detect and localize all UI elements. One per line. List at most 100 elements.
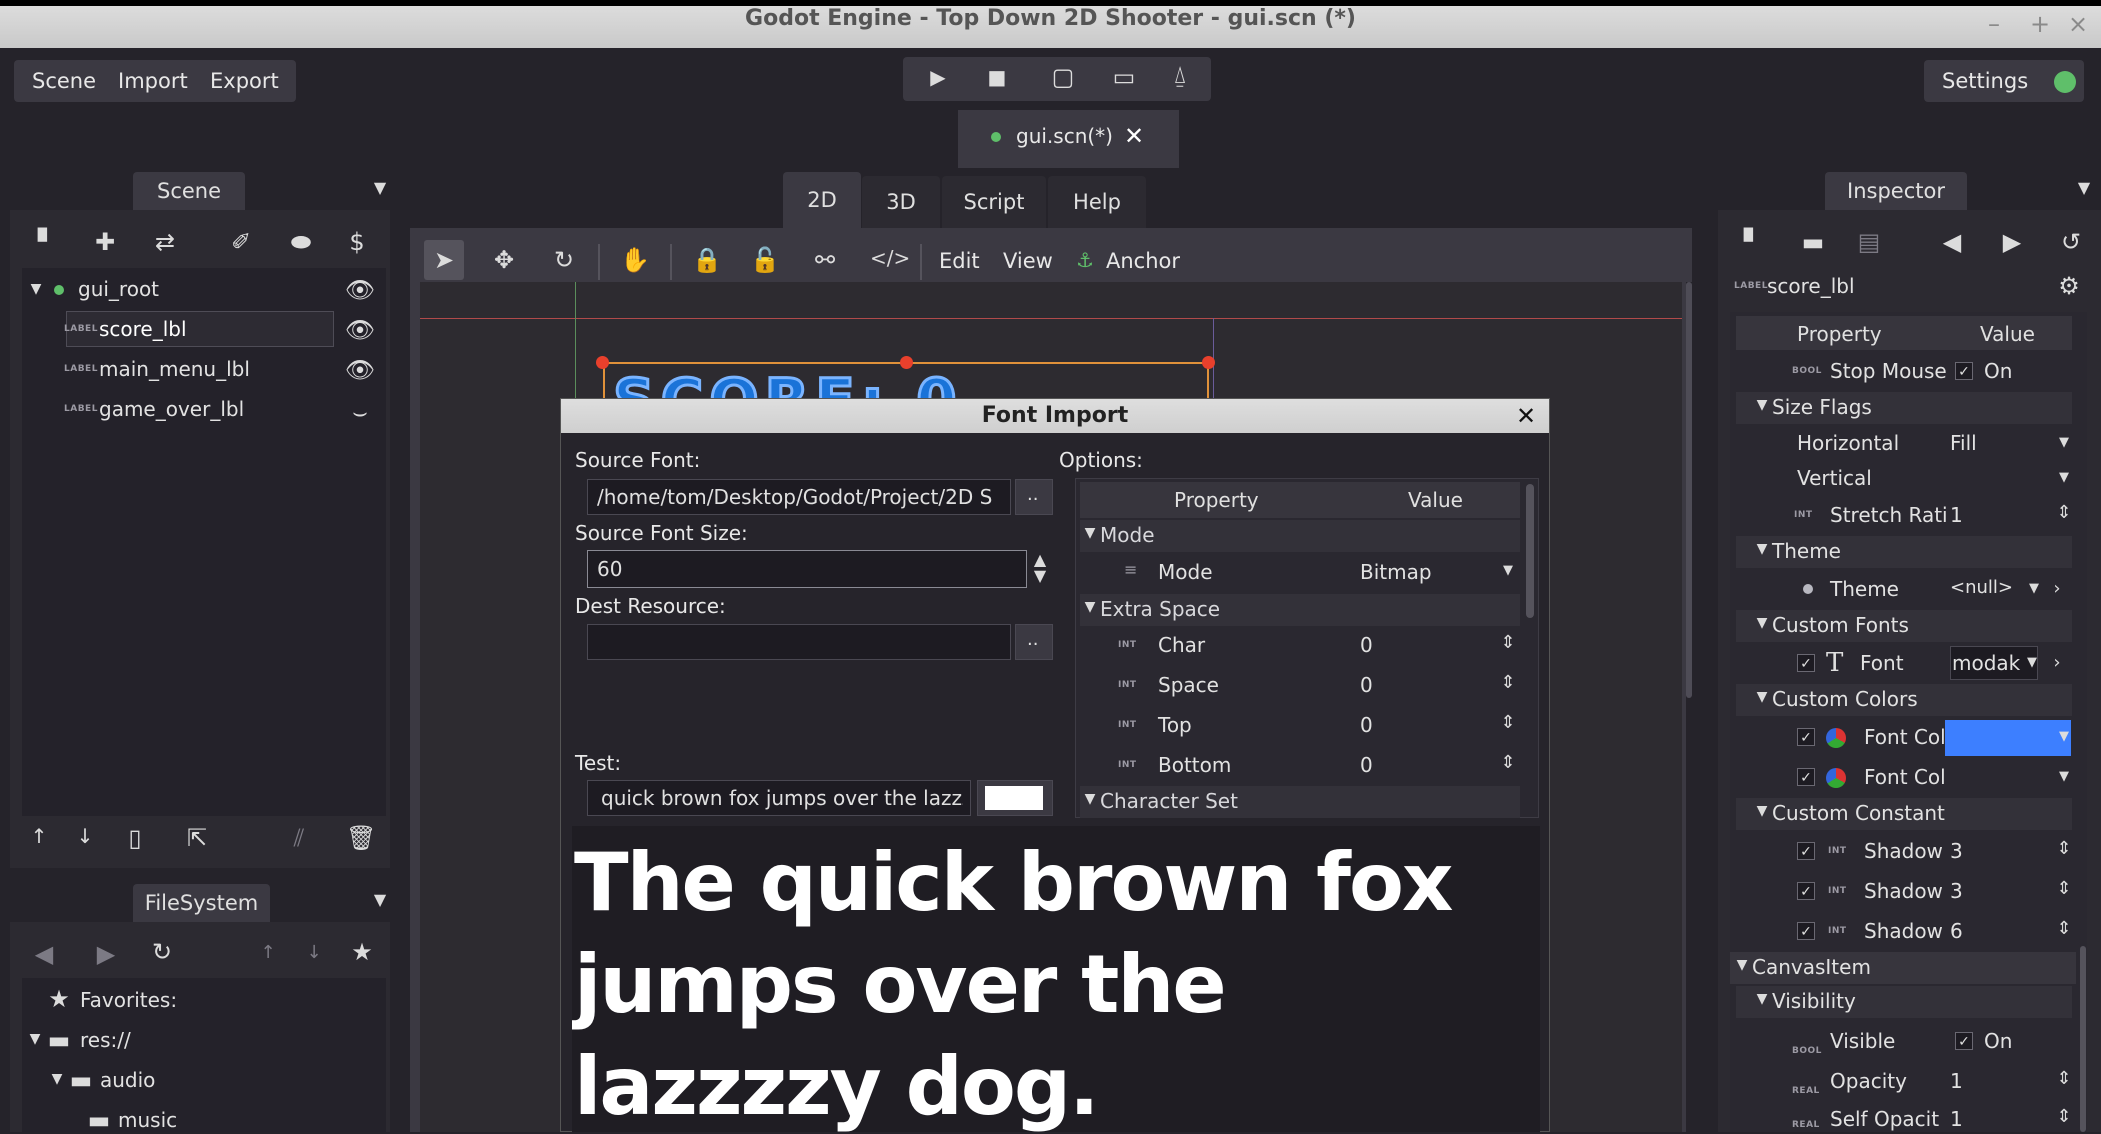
hidden-eye-icon[interactable]: ⌣: [344, 400, 376, 424]
options-scrollbar[interactable]: [1526, 484, 1534, 618]
font-override-checkbox[interactable]: ✓: [1797, 654, 1815, 672]
spin-arrows-icon[interactable]: ⇕: [2056, 504, 2072, 522]
visibility-eye-icon[interactable]: 👁: [344, 358, 376, 382]
selection-handle[interactable]: [1202, 356, 1215, 369]
collapse-arrow-icon[interactable]: ▼: [1754, 690, 1770, 704]
load-folder-icon[interactable]: ▬: [1798, 230, 1828, 254]
chevron-right-icon[interactable]: ›: [2050, 654, 2064, 672]
duplicate-icon[interactable]: ▯: [124, 826, 146, 850]
menu-anchor[interactable]: Anchor: [1106, 249, 1180, 273]
tab-script[interactable]: Script: [942, 176, 1046, 228]
play-custom-scene-icon[interactable]: ▭: [1110, 65, 1138, 89]
collapse-arrow-icon[interactable]: ▼: [26, 1032, 44, 1046]
dock-menu-icon[interactable]: ▼: [370, 180, 390, 196]
new-resource-icon[interactable]: ▘: [1740, 230, 1766, 254]
tab-inspector[interactable]: Inspector: [1825, 172, 1967, 210]
move-up-icon[interactable]: ↑: [28, 826, 50, 846]
font-color-checkbox[interactable]: ✓: [1797, 728, 1815, 746]
object-history-icon[interactable]: ↺: [2058, 230, 2084, 254]
visibility-eye-icon[interactable]: 👁: [344, 278, 376, 302]
spin-arrows-icon[interactable]: ⇕: [2056, 1070, 2072, 1088]
stop-mouse-checkbox[interactable]: ✓: [1955, 362, 1973, 380]
tab-scene[interactable]: Scene: [133, 172, 245, 210]
collapse-arrow-icon[interactable]: ▼: [48, 1072, 66, 1086]
spin-arrows-icon[interactable]: ⇕: [2056, 1108, 2072, 1126]
dropdown-arrow-icon[interactable]: ▼: [2026, 582, 2042, 595]
maximize-icon[interactable]: +: [2030, 10, 2050, 38]
collapse-arrow-icon[interactable]: ▼: [1082, 600, 1098, 614]
prop-opacity-value[interactable]: 1: [1950, 1069, 1963, 1093]
collapse-arrow-icon[interactable]: ▼: [1082, 792, 1098, 806]
dock-menu-icon[interactable]: ▼: [2074, 180, 2094, 196]
tab-2d[interactable]: 2D: [783, 172, 861, 228]
prop-shadow-as-outline-value[interactable]: 6: [1950, 919, 1963, 943]
connect-icon[interactable]: ✐: [228, 230, 254, 254]
folder-music[interactable]: music: [118, 1108, 177, 1132]
refresh-icon[interactable]: ↻: [148, 940, 176, 964]
pan-hand-icon[interactable]: ✋: [620, 248, 650, 272]
forward-icon[interactable]: ▶: [96, 942, 116, 966]
shadow-offset-x-checkbox[interactable]: ✓: [1797, 842, 1815, 860]
dropdown-arrow-icon[interactable]: ▼: [2024, 656, 2040, 669]
new-node-icon[interactable]: ▘: [34, 230, 60, 254]
selection-handle[interactable]: [900, 356, 913, 369]
history-back-icon[interactable]: ◀: [1942, 230, 1962, 254]
prop-shadow-offset-y-value[interactable]: 3: [1950, 879, 1963, 903]
collapse-arrow-icon[interactable]: ▼: [1082, 526, 1098, 540]
prop-horizontal-value[interactable]: Fill: [1950, 431, 1977, 455]
history-forward-icon[interactable]: ▶: [2002, 230, 2022, 254]
play-scene-icon[interactable]: ▢: [1049, 65, 1077, 89]
collapse-arrow-icon[interactable]: ▼: [1734, 958, 1750, 972]
menu-view[interactable]: View: [1003, 249, 1053, 273]
tab-help[interactable]: Help: [1048, 176, 1146, 228]
add-node-icon[interactable]: ✚: [92, 230, 118, 254]
instance-icon[interactable]: ⇄: [152, 230, 178, 254]
dock-menu-icon[interactable]: ▼: [370, 892, 390, 908]
move-down-icon[interactable]: ↓: [304, 944, 324, 962]
dropdown-arrow-icon[interactable]: ▼: [2056, 436, 2072, 449]
option-mode-value[interactable]: Bitmap: [1360, 560, 1432, 584]
settings-menu[interactable]: Settings: [1942, 69, 2028, 93]
prop-stretch-ratio-value[interactable]: 1: [1950, 503, 1963, 527]
delete-icon[interactable]: 🗑: [346, 826, 376, 850]
script-icon[interactable]: $: [344, 230, 370, 254]
unlock-icon[interactable]: 🔓: [750, 248, 780, 272]
prop-theme-value[interactable]: <null>: [1950, 577, 2013, 598]
tab-filesystem[interactable]: FileSystem: [133, 884, 270, 922]
favorite-star-icon[interactable]: ★: [348, 940, 376, 964]
close-window-icon[interactable]: ×: [2068, 10, 2088, 38]
favorites-label[interactable]: Favorites:: [80, 988, 177, 1012]
dropdown-arrow-icon[interactable]: ▼: [2056, 471, 2072, 484]
selection-handle[interactable]: [596, 356, 609, 369]
font-color-shadow-checkbox[interactable]: ✓: [1797, 768, 1815, 786]
viewport-scrollbar-thumb[interactable]: [1686, 282, 1692, 698]
collapse-arrow-icon[interactable]: ▼: [1754, 542, 1770, 556]
prop-shadow-offset-x-value[interactable]: 3: [1950, 839, 1963, 863]
stop-icon[interactable]: ■: [984, 67, 1010, 87]
source-size-input[interactable]: [587, 550, 1027, 588]
spin-arrows-icon[interactable]: ⇕: [1500, 754, 1516, 772]
spin-arrows-icon[interactable]: ⇕: [2056, 880, 2072, 898]
close-tab-icon[interactable]: ✕: [1122, 124, 1146, 148]
folder-res[interactable]: res://: [80, 1028, 131, 1052]
menu-export[interactable]: Export: [210, 69, 279, 93]
group-icon[interactable]: ⚯: [810, 248, 840, 272]
shadow-as-outline-checkbox[interactable]: ✓: [1797, 922, 1815, 940]
tree-node-game-over-lbl[interactable]: game_over_lbl: [99, 397, 244, 421]
back-icon[interactable]: ◀: [34, 942, 54, 966]
rotate-tool-icon[interactable]: ↻: [550, 248, 578, 272]
collapse-arrow-icon[interactable]: ▼: [1754, 616, 1770, 630]
ungroup-icon[interactable]: </>: [870, 248, 910, 268]
dropdown-arrow-icon[interactable]: ▼: [1500, 564, 1516, 577]
tab-3d[interactable]: 3D: [862, 176, 940, 228]
spin-arrows-icon[interactable]: ⇕: [1500, 674, 1516, 692]
move-up-icon[interactable]: ↑: [258, 944, 278, 962]
groups-icon[interactable]: ⬬: [286, 230, 316, 254]
remote-debug-icon[interactable]: ⍙: [1165, 63, 1195, 87]
reparent-icon[interactable]: ⇱: [184, 826, 210, 850]
chevron-right-icon[interactable]: ›: [2050, 580, 2064, 598]
shadow-offset-y-checkbox[interactable]: ✓: [1797, 882, 1815, 900]
spin-arrows-icon[interactable]: ⇕: [1500, 714, 1516, 732]
visible-checkbox[interactable]: ✓: [1955, 1032, 1973, 1050]
menu-edit[interactable]: Edit: [939, 249, 980, 273]
